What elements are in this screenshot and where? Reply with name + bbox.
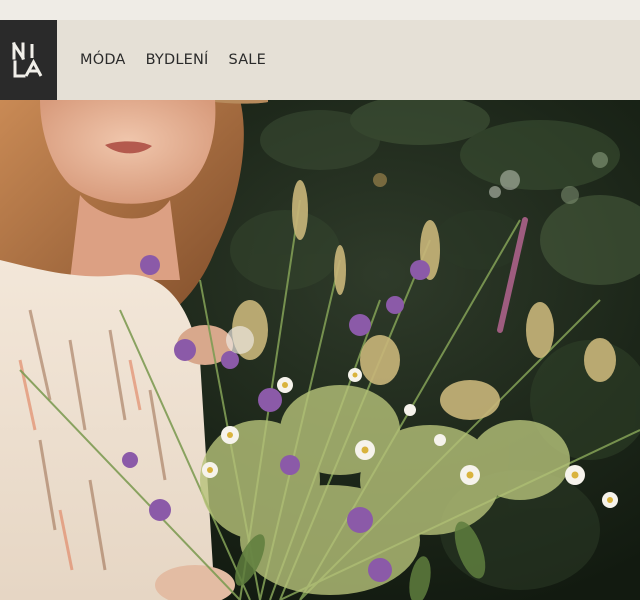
site-header: MÓDA BYDLENÍ SALE <box>0 20 640 100</box>
nila-logo-icon <box>11 41 42 78</box>
hero-photo <box>0 100 640 600</box>
hero-image <box>0 100 640 600</box>
top-strip <box>0 0 640 20</box>
main-nav: MÓDA BYDLENÍ SALE <box>80 52 266 68</box>
nav-item-bydleni[interactable]: BYDLENÍ <box>146 52 209 68</box>
brand-logo[interactable] <box>0 20 57 100</box>
dress <box>0 260 215 600</box>
nav-item-sale[interactable]: SALE <box>229 52 266 68</box>
nav-item-moda[interactable]: MÓDA <box>80 52 126 68</box>
